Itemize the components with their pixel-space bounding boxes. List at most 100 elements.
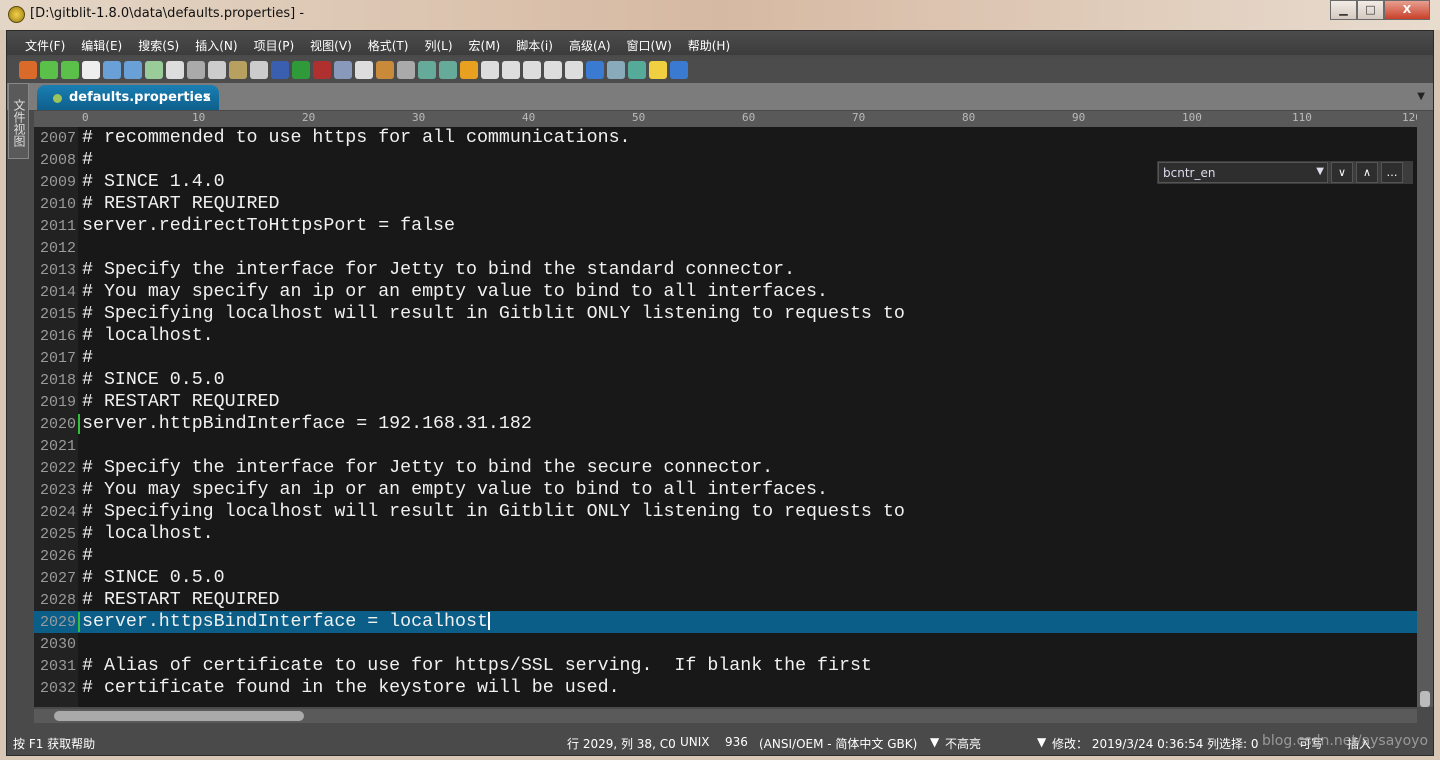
toolbar-button-icon[interactable] (376, 61, 394, 79)
code-line[interactable]: 2014 # You may specify an ip or an empty … (34, 281, 1417, 303)
tab-close-button[interactable]: x (203, 90, 211, 105)
menu-item-4[interactable]: 项目(P) (254, 31, 303, 55)
code-line[interactable]: 2019 # RESTART REQUIRED (34, 391, 1417, 413)
menu-item-11[interactable]: 窗口(W) (627, 31, 680, 55)
chevron-down-icon[interactable]: ▼ (930, 735, 939, 749)
code-line[interactable]: 2028 # RESTART REQUIRED (34, 589, 1417, 611)
toolbar-button-icon[interactable] (334, 61, 352, 79)
chevron-down-icon[interactable]: ▼ (1316, 166, 1324, 177)
toolbar-button-icon[interactable] (670, 61, 688, 79)
scroll-thumb[interactable] (54, 711, 304, 721)
code-line[interactable]: 2022 # Specify the interface for Jetty to… (34, 457, 1417, 479)
code-line[interactable]: 2032 # certificate found in the keystore … (34, 677, 1417, 699)
menu-item-7[interactable]: 列(L) (424, 31, 460, 55)
toolbar-button-icon[interactable] (103, 61, 121, 79)
toolbar-button-icon[interactable] (187, 61, 205, 79)
menu-item-5[interactable]: 视图(V) (310, 31, 360, 55)
tab-list-dropdown-icon[interactable]: ▼ (1417, 91, 1425, 102)
horizontal-scrollbar[interactable] (34, 709, 1417, 723)
code-line[interactable]: 2010 # RESTART REQUIRED (34, 193, 1417, 215)
line-number: 2022 (39, 460, 76, 477)
file-view-panel-tab[interactable]: 文件视图 (8, 83, 29, 159)
menu-item-0[interactable]: 文件(F) (25, 31, 73, 55)
ruler-label: 110 (1292, 111, 1312, 124)
code-line[interactable]: 2023 # You may specify an ip or an empty … (34, 479, 1417, 501)
column-ruler: 0 10 20 30 40 50 60 70 80 90 100 110 120 (34, 111, 1417, 127)
find-previous-button[interactable]: ∧ (1356, 162, 1378, 183)
code-line[interactable]: 2027 # SINCE 0.5.0 (34, 567, 1417, 589)
code-line[interactable]: 2013 # Specify the interface for Jetty to… (34, 259, 1417, 281)
toolbar-button-icon[interactable] (292, 61, 310, 79)
code-line[interactable]: 2030 (34, 633, 1417, 655)
chevron-down-icon[interactable]: ▼ (1037, 735, 1046, 749)
status-eol: UNIX (680, 735, 710, 749)
find-input[interactable]: bcntr_en ▼ (1158, 162, 1328, 183)
toolbar-button-icon[interactable] (481, 61, 499, 79)
menu-item-2[interactable]: 搜索(S) (138, 31, 187, 55)
toolbar-button-icon[interactable] (418, 61, 436, 79)
toolbar-button-icon[interactable] (40, 61, 58, 79)
code-line[interactable]: 2007 # recommended to use https for all c… (34, 127, 1417, 149)
toolbar-button-icon[interactable] (313, 61, 331, 79)
toolbar-button-icon[interactable] (649, 61, 667, 79)
menu-item-6[interactable]: 格式(T) (368, 31, 417, 55)
code-line[interactable]: 2021 (34, 435, 1417, 457)
scroll-thumb[interactable] (1420, 691, 1430, 707)
toolbar-button-icon[interactable] (460, 61, 478, 79)
close-button[interactable]: X (1384, 0, 1430, 20)
toolbar-button-icon[interactable] (124, 61, 142, 79)
toolbar-button-icon[interactable] (397, 61, 415, 79)
ruler-label: 90 (1072, 111, 1086, 124)
toolbar-button-icon[interactable] (439, 61, 457, 79)
code-line[interactable]: 2016 # localhost. (34, 325, 1417, 347)
toolbar-button-icon[interactable] (208, 61, 226, 79)
menu-item-10[interactable]: 高级(A) (569, 31, 619, 55)
code-line[interactable]: 2011 server.redirectToHttpsPort = false (34, 215, 1417, 237)
code-line[interactable]: 2024 # Specifying localhost will result i… (34, 501, 1417, 523)
toolbar-button-icon[interactable] (145, 61, 163, 79)
line-text: # (82, 348, 93, 368)
line-text: # You may specify an ip or an empty valu… (82, 282, 828, 302)
code-line[interactable]: 2031 # Alias of certificate to use for ht… (34, 655, 1417, 677)
line-text: # RESTART REQUIRED (82, 392, 280, 412)
tab-defaults-properties[interactable]: defaults.properties x (37, 85, 219, 110)
find-next-button[interactable]: ∨ (1331, 162, 1353, 183)
menu-item-9[interactable]: 脚本(i) (516, 31, 561, 55)
toolbar-button-icon[interactable] (166, 61, 184, 79)
toolbar-button-icon[interactable] (502, 61, 520, 79)
code-line[interactable]: 2015 # Specifying localhost will result i… (34, 303, 1417, 325)
code-editor[interactable]: 2007 # recommended to use https for all c… (34, 127, 1417, 707)
code-line[interactable]: 2026 # (34, 545, 1417, 567)
code-line[interactable]: 2017 # (34, 347, 1417, 369)
menu-item-8[interactable]: 宏(M) (469, 31, 509, 55)
line-number: 2017 (39, 350, 76, 367)
maximize-button[interactable]: □ (1357, 0, 1384, 20)
code-line[interactable]: 2025 # localhost. (34, 523, 1417, 545)
menu-item-1[interactable]: 编辑(E) (81, 31, 130, 55)
status-highlight[interactable]: 不高亮 (945, 735, 981, 752)
status-encoding[interactable]: (ANSI/OEM - 简体中文 GBK) (759, 735, 917, 752)
code-line[interactable]: 2018 # SINCE 0.5.0 (34, 369, 1417, 391)
line-text: server.redirectToHttpsPort = false (82, 216, 455, 236)
toolbar-button-icon[interactable] (565, 61, 583, 79)
toolbar-button-icon[interactable] (271, 61, 289, 79)
toolbar-button-icon[interactable] (61, 61, 79, 79)
toolbar-button-icon[interactable] (523, 61, 541, 79)
toolbar-button-icon[interactable] (82, 61, 100, 79)
menu-item-3[interactable]: 插入(N) (195, 31, 245, 55)
minimize-button[interactable]: ▁ (1330, 0, 1357, 20)
toolbar-button-icon[interactable] (229, 61, 247, 79)
vertical-scrollbar[interactable] (1417, 111, 1433, 707)
toolbar-button-icon[interactable] (628, 61, 646, 79)
toolbar-button-icon[interactable] (355, 61, 373, 79)
toolbar-button-icon[interactable] (250, 61, 268, 79)
toolbar-button-icon[interactable] (544, 61, 562, 79)
toolbar-button-icon[interactable] (19, 61, 37, 79)
code-line[interactable]: 2020 server.httpBindInterface = 192.168.3… (34, 413, 1417, 435)
toolbar-button-icon[interactable] (607, 61, 625, 79)
code-line[interactable]: 2012 (34, 237, 1417, 259)
find-options-button[interactable]: … (1381, 162, 1403, 183)
code-line[interactable]: 2029 server.httpsBindInterface = localhos… (34, 611, 1417, 633)
menu-item-12[interactable]: 帮助(H) (688, 31, 738, 55)
toolbar-button-icon[interactable] (586, 61, 604, 79)
